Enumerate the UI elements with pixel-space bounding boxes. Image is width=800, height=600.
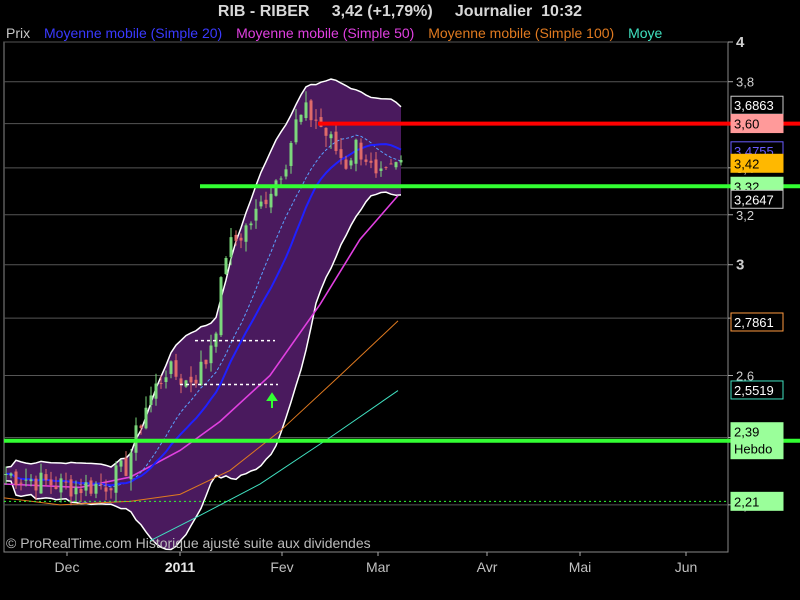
candle-body	[44, 474, 48, 481]
x-tick-label: Avr	[477, 559, 498, 575]
candle-body	[324, 127, 328, 136]
candle-body	[359, 142, 363, 160]
candle-body	[299, 114, 303, 122]
candle-body	[19, 482, 23, 484]
price-label-sub: Hebdo	[734, 442, 772, 457]
candle-body	[49, 479, 53, 486]
candle-body	[264, 199, 268, 205]
candle-body	[294, 119, 298, 143]
candle-body	[229, 237, 233, 258]
candle-body	[14, 471, 18, 486]
candle-body	[109, 488, 113, 491]
candle-body	[399, 160, 403, 163]
x-tick-label: Jun	[675, 559, 698, 575]
candle-body	[374, 159, 378, 174]
candle-body	[364, 159, 368, 162]
candle-body	[149, 395, 153, 406]
candle-body	[194, 379, 198, 384]
price-label: 3,6863	[734, 98, 774, 113]
candle-body	[139, 425, 143, 428]
candle-body	[34, 478, 38, 491]
candle-body	[119, 460, 123, 467]
candle-body	[314, 119, 318, 121]
candle-body	[344, 159, 348, 169]
candle-body	[99, 483, 103, 485]
candle-body	[369, 160, 373, 163]
candle-body	[29, 479, 33, 482]
price-label: 3,42	[734, 156, 759, 171]
candle-body	[284, 169, 288, 177]
candle-body	[69, 479, 73, 497]
candle-body	[64, 481, 68, 483]
candle-body	[209, 345, 213, 364]
candle-body	[394, 162, 398, 168]
candle-body	[124, 457, 128, 476]
candle-body	[304, 102, 308, 118]
price-label: 3,2647	[734, 192, 774, 207]
candle-body	[169, 361, 173, 374]
price-label: 2,39	[734, 425, 759, 440]
price-label: 2,5519	[734, 383, 774, 398]
candle-body	[279, 178, 283, 180]
candle-body	[4, 474, 8, 476]
price-label: 3,60	[734, 117, 759, 132]
candle-body	[89, 480, 93, 494]
candle-body	[334, 131, 338, 151]
candle-body	[154, 383, 158, 399]
candle-body	[259, 201, 263, 207]
candle-body	[234, 234, 238, 241]
x-tick-label: Dec	[55, 559, 80, 575]
candle-body	[39, 472, 43, 494]
price-chart[interactable]: 43,83,63,43,232,82,62,42,2Dec2011FevMarA…	[0, 0, 800, 600]
candle-body	[189, 376, 193, 383]
candle-body	[114, 465, 118, 493]
candle-body	[59, 478, 63, 493]
candle-body	[54, 486, 58, 490]
candle-body	[24, 479, 28, 481]
candle-body	[384, 167, 388, 169]
x-tick-label: Fev	[270, 559, 293, 575]
copyright-notice: © ProRealTime.com Historique ajusté suit…	[6, 535, 371, 551]
y-tick-label: 4	[736, 34, 745, 51]
y-tick-label: 3,2	[736, 208, 754, 223]
candle-body	[174, 360, 178, 377]
candle-body	[309, 100, 313, 121]
x-tick-label: Mar	[366, 559, 390, 575]
candle-body	[329, 134, 333, 139]
y-tick-label: 3	[736, 257, 744, 274]
candle-body	[84, 482, 88, 491]
candle-body	[379, 168, 383, 171]
y-tick-label: 3,8	[736, 75, 754, 90]
candle-body	[159, 383, 163, 385]
price-label: 2,7861	[734, 315, 774, 330]
candle-body	[164, 377, 168, 383]
candle-body	[244, 225, 248, 242]
candle-body	[104, 487, 108, 492]
candle-body	[254, 208, 258, 221]
candle-body	[74, 487, 78, 495]
candle-body	[129, 452, 133, 480]
x-tick-label: 2011	[165, 559, 196, 575]
candle-body	[269, 193, 273, 208]
candle-body	[239, 237, 243, 241]
price-label: 2,21	[734, 494, 759, 509]
candle-body	[204, 359, 208, 365]
candle-body	[349, 160, 353, 166]
x-tick-label: Mai	[569, 559, 592, 575]
candle-body	[219, 277, 223, 336]
candle-body	[289, 143, 293, 167]
candle-body	[184, 380, 188, 387]
candle-body	[249, 223, 253, 226]
candle-body	[354, 139, 358, 164]
candle-body	[199, 361, 203, 386]
candle-body	[224, 258, 228, 275]
candle-body	[144, 407, 148, 429]
candle-body	[389, 163, 393, 165]
candle-body	[94, 483, 98, 494]
candle-body	[339, 149, 343, 158]
candle-body	[9, 473, 13, 476]
candle-body	[79, 489, 83, 494]
